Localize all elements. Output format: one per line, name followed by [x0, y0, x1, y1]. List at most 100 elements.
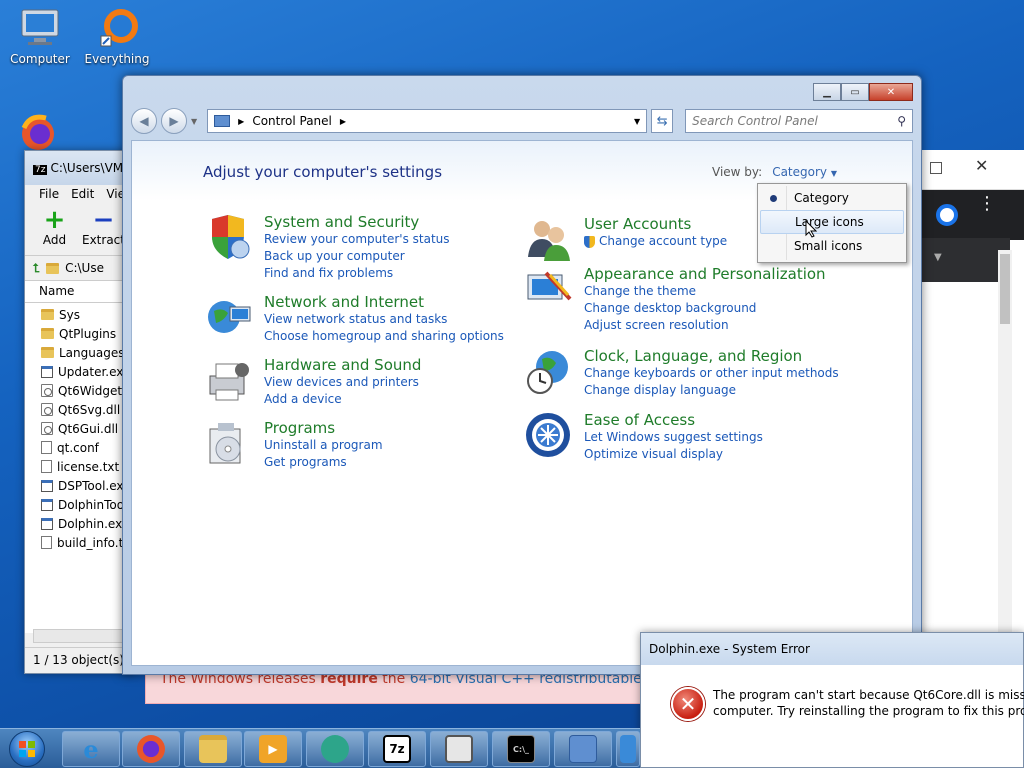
category-title-link[interactable]: Network and Internet	[264, 293, 504, 311]
menu-item-small-icons[interactable]: Small icons	[760, 234, 904, 258]
file-list-item[interactable]: QtPlugins	[25, 324, 133, 343]
menu-item-category[interactable]: Category	[760, 186, 904, 210]
back-button[interactable]: ◀	[131, 108, 157, 134]
browser-maximize-icon[interactable]	[930, 162, 942, 174]
task-link[interactable]: Get programs	[264, 454, 383, 471]
category-title-link[interactable]: System and Security	[264, 213, 450, 231]
category-title-link[interactable]: Appearance and Personalization	[584, 265, 826, 283]
task-link-text: Change account type	[599, 234, 728, 248]
file-icon	[41, 460, 52, 473]
file-list-item[interactable]: Updater.exe	[25, 362, 133, 381]
7zip-file-manager-window[interactable]: 7z C:\Users\VM File Edit Vie + Add − Extrac…	[24, 150, 134, 674]
breadcrumb-control-panel[interactable]: Control Panel	[252, 114, 332, 128]
plus-icon: +	[43, 205, 66, 235]
file-list-item[interactable]: Dolphin.exe	[25, 514, 133, 533]
task-link[interactable]: Adjust screen resolution	[584, 317, 826, 334]
desktop: Computer Everything ✕ ⋮ ▼ The Windows re…	[0, 0, 1024, 768]
task-link[interactable]: Change account type	[584, 233, 727, 250]
7zip-path-input[interactable]: C:\Use	[65, 261, 104, 275]
taskbar-media-player[interactable]: ▶	[244, 731, 302, 767]
control-panel-window[interactable]: ▁ ▭ ✕ ◀ ▶ ▼ ▶ Control Panel ▶ ▼ ⇆ Search…	[122, 75, 922, 675]
file-list-item[interactable]: Languages	[25, 343, 133, 362]
file-list-item[interactable]: DolphinTool	[25, 495, 133, 514]
category-clock-language: Clock, Language, and Region Change keybo…	[524, 347, 839, 399]
task-link[interactable]: Add a device	[264, 391, 421, 408]
task-link[interactable]: Change display language	[584, 382, 839, 399]
forward-button[interactable]: ▶	[161, 108, 187, 134]
file-name: license.txt	[57, 459, 120, 474]
task-link[interactable]: View network status and tasks	[264, 311, 504, 328]
taskbar-window-app[interactable]	[430, 731, 488, 767]
taskbar-firefox[interactable]	[122, 731, 180, 767]
browser-scroll-thumb[interactable]	[1000, 254, 1010, 324]
system-error-dialog[interactable]: Dolphin.exe - System Error ✕ The program…	[640, 632, 1024, 768]
file-list-item[interactable]: qt.conf	[25, 438, 133, 457]
search-icon[interactable]: ⚲	[897, 114, 906, 128]
chevron-down-icon[interactable]: ▼	[934, 252, 942, 263]
taskbar-extra[interactable]	[616, 731, 640, 767]
maximize-button[interactable]: ▭	[841, 83, 869, 101]
up-folder-icon[interactable]: ⮤	[33, 261, 40, 276]
internet-explorer-icon: e	[83, 734, 99, 764]
search-input[interactable]: Search Control Panel ⚲	[685, 109, 913, 133]
menu-edit[interactable]: Edit	[71, 187, 94, 201]
start-button[interactable]	[2, 729, 52, 768]
task-link[interactable]: Change the theme	[584, 283, 826, 300]
desktop-icon-computer[interactable]: Computer	[0, 8, 80, 66]
category-title-link[interactable]: Hardware and Sound	[264, 356, 421, 374]
browser-close-icon[interactable]: ✕	[975, 156, 988, 175]
profile-icon[interactable]	[936, 204, 958, 226]
firefox-desktop-icon[interactable]	[16, 112, 60, 152]
task-link[interactable]: Choose homegroup and sharing options	[264, 328, 504, 345]
task-link[interactable]: Optimize visual display	[584, 446, 763, 463]
category-title-link[interactable]: Programs	[264, 419, 383, 437]
file-list-item[interactable]: license.txt	[25, 457, 133, 476]
category-title-link[interactable]: Clock, Language, and Region	[584, 347, 839, 365]
windows-logo-icon	[9, 731, 45, 767]
task-link[interactable]: Change desktop background	[584, 300, 826, 317]
menu-file[interactable]: File	[39, 187, 59, 201]
printer-icon	[204, 356, 252, 404]
file-list-item[interactable]: DSPTool.exe	[25, 476, 133, 495]
add-button[interactable]: + Add	[33, 207, 76, 253]
category-title-link[interactable]: Ease of Access	[584, 411, 763, 429]
task-link[interactable]: Find and fix problems	[264, 265, 450, 282]
recent-pages-chevron-icon[interactable]: ▼	[191, 117, 197, 126]
breadcrumb-separator-icon[interactable]: ▶	[340, 117, 346, 126]
address-bar[interactable]: ▶ Control Panel ▶ ▼	[207, 109, 648, 133]
file-list-item[interactable]: Sys	[25, 305, 133, 324]
refresh-button[interactable]: ⇆	[651, 109, 674, 133]
view-by-dropdown[interactable]: Category ▼	[768, 163, 841, 181]
dll-icon	[41, 403, 53, 416]
file-list-item[interactable]: Qt6Svg.dll	[25, 400, 133, 419]
extract-button[interactable]: − Extract	[82, 207, 125, 253]
taskbar-7zip[interactable]: 7z	[368, 731, 426, 767]
more-menu-icon[interactable]: ⋮	[978, 195, 996, 213]
task-link[interactable]: Back up your computer	[264, 248, 450, 265]
taskbar-app[interactable]	[306, 731, 364, 767]
task-link[interactable]: Let Windows suggest settings	[584, 429, 763, 446]
breadcrumb-separator-icon[interactable]: ▶	[238, 117, 244, 126]
file-list-item[interactable]: build_info.tx	[25, 533, 133, 552]
menu-item-large-icons[interactable]: Large icons	[760, 210, 904, 234]
address-dropdown-icon[interactable]: ▼	[634, 117, 640, 126]
category-programs: Programs Uninstall a program Get program…	[204, 419, 383, 471]
close-icon: ✕	[886, 86, 896, 98]
category-network-internet: Network and Internet View network status…	[204, 293, 504, 345]
column-header-name[interactable]: Name	[25, 281, 133, 303]
minimize-button[interactable]: ▁	[813, 83, 841, 101]
task-link[interactable]: Change keyboards or other input methods	[584, 365, 839, 382]
task-link[interactable]: Uninstall a program	[264, 437, 383, 454]
taskbar-control-panel[interactable]	[554, 731, 612, 767]
taskbar-cmd[interactable]: C:\_	[492, 731, 550, 767]
taskbar-file-explorer[interactable]	[184, 731, 242, 767]
category-title-link[interactable]: User Accounts	[584, 215, 727, 233]
close-button[interactable]: ✕	[869, 83, 913, 101]
taskbar-internet-explorer[interactable]: e	[62, 731, 120, 767]
file-list-item[interactable]: Qt6Gui.dll	[25, 419, 133, 438]
task-link[interactable]: View devices and printers	[264, 374, 421, 391]
7zip-horizontal-scrollbar[interactable]	[33, 629, 133, 643]
task-link[interactable]: Review your computer's status	[264, 231, 450, 248]
desktop-icon-everything[interactable]: Everything	[77, 8, 157, 66]
file-list-item[interactable]: Qt6Widgets.	[25, 381, 133, 400]
